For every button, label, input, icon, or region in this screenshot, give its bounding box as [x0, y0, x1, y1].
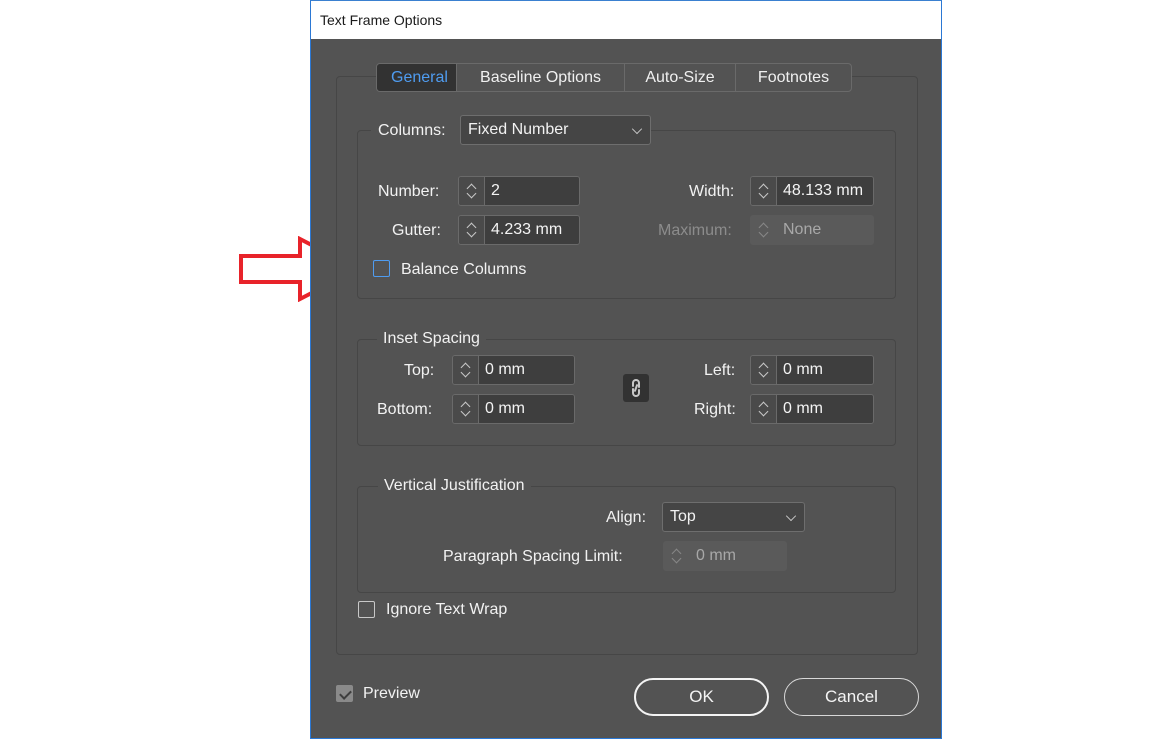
bottom-label: Bottom:	[377, 401, 433, 418]
ignore-text-wrap-checkbox[interactable]	[358, 601, 375, 618]
text-frame-options-dialog: Text Frame Options General Baseline Opti…	[310, 0, 942, 739]
preview-label[interactable]: Preview	[363, 685, 420, 703]
tab-auto-size[interactable]: Auto-Size	[625, 64, 736, 91]
chevron-down-icon	[460, 406, 471, 417]
width-input[interactable]	[777, 177, 873, 205]
left-spin-arrows[interactable]	[751, 356, 777, 384]
bottom-spin-arrows[interactable]	[453, 395, 479, 423]
gutter-input[interactable]	[485, 216, 579, 244]
chevron-down-icon	[785, 510, 797, 522]
left-label: Left:	[704, 362, 736, 379]
gutter-spin-arrows[interactable]	[459, 216, 485, 244]
columns-label: Columns:	[378, 122, 446, 139]
maximum-spin-arrows	[751, 216, 777, 244]
chevron-down-icon	[466, 227, 477, 238]
paragraph-spacing-spin-arrows	[664, 542, 690, 570]
right-spin-arrows[interactable]	[751, 395, 777, 423]
width-label: Width:	[689, 183, 735, 200]
maximum-label: Maximum:	[658, 222, 732, 239]
ignore-text-wrap-label[interactable]: Ignore Text Wrap	[386, 601, 507, 619]
chevron-down-icon	[460, 367, 471, 378]
chevron-down-icon	[758, 227, 769, 238]
align-label: Align:	[606, 509, 647, 526]
number-input[interactable]	[485, 177, 579, 205]
align-value: Top	[670, 508, 696, 525]
columns-type-value: Fixed Number	[468, 121, 569, 138]
width-stepper	[750, 176, 874, 206]
dialog-title: Text Frame Options	[320, 12, 443, 28]
tab-bar: General Baseline Options Auto-Size Footn…	[376, 63, 852, 92]
bottom-input[interactable]	[479, 395, 574, 423]
right-stepper	[750, 394, 874, 424]
balance-columns-label[interactable]: Balance Columns	[401, 261, 526, 279]
chevron-down-icon	[466, 188, 477, 199]
balance-columns-checkbox[interactable]	[373, 260, 390, 277]
left-stepper	[750, 355, 874, 385]
chevron-down-icon	[758, 188, 769, 199]
paragraph-spacing-limit-label: Paragraph Spacing Limit:	[443, 548, 623, 565]
cancel-button[interactable]: Cancel	[784, 678, 919, 716]
link-inset-button[interactable]	[623, 374, 649, 402]
top-spin-arrows[interactable]	[453, 356, 479, 384]
chevron-down-icon	[758, 406, 769, 417]
number-stepper	[458, 176, 580, 206]
bottom-stepper	[452, 394, 575, 424]
vertical-justification-group	[357, 486, 896, 593]
ok-button[interactable]: OK	[634, 678, 769, 716]
tab-baseline-options[interactable]: Baseline Options	[457, 64, 625, 91]
chevron-down-icon	[758, 367, 769, 378]
right-input[interactable]	[777, 395, 873, 423]
chain-link-icon	[632, 379, 640, 397]
number-label: Number:	[378, 183, 440, 200]
title-bar: Text Frame Options	[311, 1, 941, 39]
chevron-down-icon	[631, 123, 643, 135]
preview-checkbox[interactable]	[336, 685, 353, 702]
maximum-input	[777, 216, 873, 244]
inset-spacing-legend: Inset Spacing	[377, 330, 486, 348]
chevron-down-icon	[671, 553, 682, 564]
left-input[interactable]	[777, 356, 873, 384]
top-input[interactable]	[479, 356, 574, 384]
paragraph-spacing-limit-input	[690, 542, 786, 570]
tab-footnotes[interactable]: Footnotes	[736, 64, 851, 91]
top-label: Top:	[404, 362, 435, 379]
gutter-stepper	[458, 215, 580, 245]
width-spin-arrows[interactable]	[751, 177, 777, 205]
number-spin-arrows[interactable]	[459, 177, 485, 205]
columns-type-dropdown[interactable]: Fixed Number	[460, 115, 651, 145]
align-dropdown[interactable]: Top	[662, 502, 805, 532]
maximum-stepper	[750, 215, 874, 245]
paragraph-spacing-limit-stepper	[663, 541, 787, 571]
gutter-label: Gutter:	[392, 222, 441, 239]
top-stepper	[452, 355, 575, 385]
vertical-justification-legend: Vertical Justification	[378, 477, 531, 495]
right-label: Right:	[694, 401, 736, 418]
tab-general[interactable]: General	[377, 64, 457, 91]
